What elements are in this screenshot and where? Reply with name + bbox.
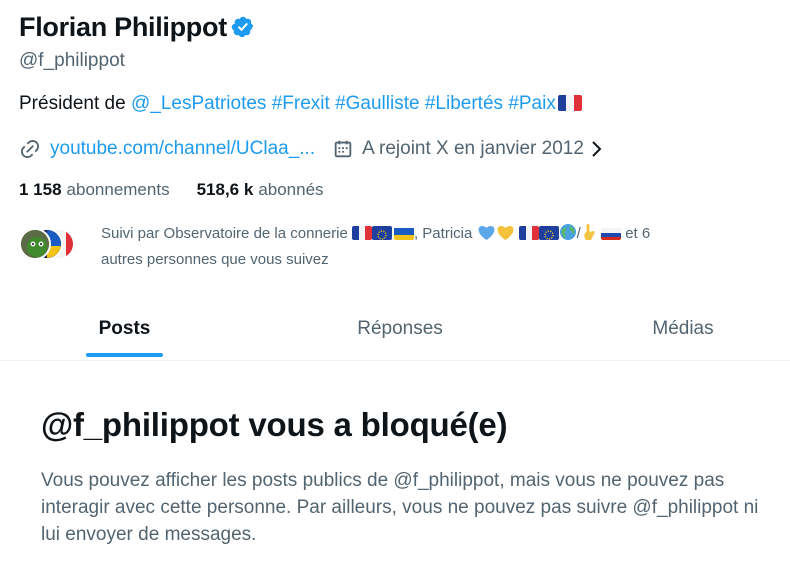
france-flag-icon [351, 226, 372, 240]
ukraine-flag-icon [393, 226, 414, 240]
followers-label: abonnés [258, 180, 324, 199]
tab-posts-label: Posts [98, 317, 151, 339]
chevron-right-icon[interactable] [590, 139, 604, 159]
russia-flag-icon [601, 226, 622, 240]
france-flag-icon [518, 226, 539, 240]
following-label: abonnements [66, 180, 170, 199]
link-icon [19, 138, 41, 160]
france-flag-icon [557, 95, 582, 111]
followed-by-prefix: Suivi par Observatoire de la connerie [101, 225, 348, 242]
following-count: 1 158 [19, 180, 62, 199]
followed-by-suffix: et 6 [625, 225, 651, 242]
blue-heart-icon [477, 224, 496, 248]
hand-icon [581, 223, 597, 248]
website-link[interactable]: youtube.com/channel/UClaa_... [50, 138, 315, 160]
verified-badge-icon[interactable] [231, 15, 255, 39]
blocked-notice: @f_philippot vous a bloqué(e) Vous pouve… [41, 406, 771, 548]
eu-flag-icon [538, 226, 559, 240]
profile-tabs: Posts Réponses Médias [0, 297, 790, 361]
avatar [19, 228, 51, 260]
tab-posts[interactable]: Posts [86, 297, 163, 360]
bio-hashtag-gaulliste[interactable]: #Gaulliste [335, 93, 420, 114]
profile-meta: youtube.com/channel/UClaa_... A rejoint … [19, 136, 604, 162]
joined-date: A rejoint X en janvier 2012 [362, 138, 584, 159]
blocked-message: Vous pouvez afficher les posts publics d… [41, 470, 759, 545]
bio-hashtag-paix[interactable]: #Paix [508, 93, 556, 114]
bio-hashtag-libertes[interactable]: #Libertés [425, 93, 503, 114]
name-row: Florian Philippot [19, 10, 255, 44]
globe-icon [559, 223, 577, 248]
followers-stat[interactable]: 518,6 k abonnés [197, 180, 324, 200]
blocked-title: @f_philippot vous a bloqué(e) [41, 406, 508, 443]
calendar-icon [332, 138, 354, 160]
bio-hashtag-frexit[interactable]: #Frexit [272, 93, 330, 114]
followed-by-line2: autres personnes que vous suivez [101, 251, 329, 268]
followers-count: 518,6 k [196, 180, 254, 199]
followed-by[interactable]: Suivi par Observatoire de la connerie , … [19, 222, 779, 268]
display-name: Florian Philippot [19, 11, 227, 42]
bio-link-lespatriotes[interactable]: @_LesPatriotes [131, 93, 266, 114]
tab-replies[interactable]: Réponses [340, 297, 460, 360]
profile-bio: Président de @_LesPatriotes #Frexit #Gau… [19, 93, 582, 115]
following-stat[interactable]: 1 158 abonnements [19, 180, 170, 200]
yellow-heart-icon [496, 224, 515, 248]
bio-text: Président de [19, 93, 131, 114]
eu-flag-icon [371, 226, 392, 240]
followed-by-middle: , Patricia [413, 225, 473, 242]
followed-by-text: Suivi par Observatoire de la connerie , … [101, 223, 651, 268]
tab-media[interactable]: Médias [633, 297, 733, 360]
tab-media-label: Médias [652, 317, 714, 339]
followers-you-know-avatars [19, 228, 89, 260]
profile-handle: @f_philippot [19, 50, 125, 71]
tab-replies-label: Réponses [357, 317, 443, 339]
profile-stats: 1 158 abonnements 518,6 k abonnés [19, 180, 324, 200]
active-tab-indicator [86, 353, 163, 357]
